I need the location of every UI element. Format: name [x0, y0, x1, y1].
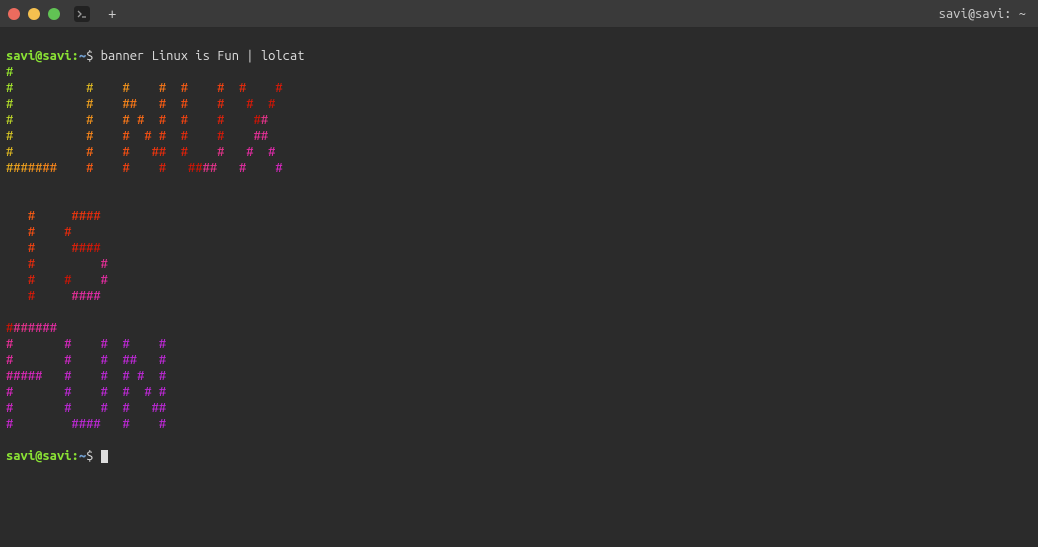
command-output: ## # # # # # # ## # ## # # # # ## # # # … [6, 64, 1032, 432]
prompt-dollar: $ [86, 49, 93, 63]
titlebar: + savi@savi: ~ [0, 0, 1038, 28]
prompt-path: ~ [79, 49, 86, 63]
prompt-line-1: savi@savi:~$ banner Linux is Fun | lolca… [6, 49, 305, 63]
minimize-icon[interactable] [28, 8, 40, 20]
window-controls [8, 8, 60, 20]
window-title: savi@savi: ~ [939, 7, 1030, 21]
command-text: banner Linux is Fun | lolcat [101, 49, 305, 63]
maximize-icon[interactable] [48, 8, 60, 20]
terminal-body[interactable]: savi@savi:~$ banner Linux is Fun | lolca… [0, 28, 1038, 547]
terminal-tab-icon[interactable] [74, 6, 90, 22]
prompt-user: savi@savi [6, 49, 72, 63]
close-icon[interactable] [8, 8, 20, 20]
new-tab-button[interactable]: + [108, 5, 116, 22]
cursor [101, 450, 108, 463]
prompt-line-2: savi@savi:~$ [6, 449, 108, 463]
